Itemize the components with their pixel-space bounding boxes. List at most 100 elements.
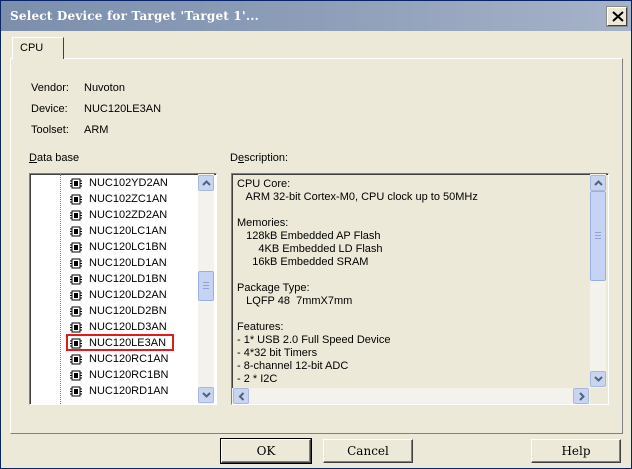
grip-line [203, 282, 209, 283]
description-scroll-left-button[interactable] [233, 388, 249, 404]
toolset-value: ARM [84, 124, 109, 136]
device-list-item-label: NUC120LD1BN [89, 273, 167, 285]
description-vertical-scrollbar[interactable] [590, 174, 606, 388]
device-label: Device: [31, 103, 68, 115]
device-list-item-label: NUC120LC1BN [89, 241, 167, 253]
device-tree[interactable]: NUC102YD2AN NUC102ZC1AN NUC102ZD2AN NUC120L… [29, 173, 217, 405]
device-list-item-label: NUC120LD3AN [89, 321, 167, 333]
device-value: NUC120LE3AN [84, 103, 162, 115]
device-list-item[interactable]: NUC120LC1BN [70, 240, 200, 256]
device-list-item[interactable]: NUC120LC1AN [70, 224, 200, 240]
chip-icon [70, 258, 82, 269]
chip-icon [70, 274, 82, 285]
selected-device-highlight [66, 334, 174, 351]
chevron-right-icon [579, 392, 585, 401]
device-list-item-label: NUC120LD2AN [89, 289, 167, 301]
device-list-item-label: NUC102ZC1AN [89, 193, 168, 205]
grip-line [203, 288, 209, 289]
chip-icon [70, 226, 82, 237]
device-select-dialog: Select Device for Target 'Target 1'... C… [0, 0, 632, 469]
device-list-item[interactable]: NUC120RC1AN [70, 352, 200, 368]
device-list-item[interactable]: NUC120LD1BN [70, 272, 200, 288]
device-tree-scroll-down-button[interactable] [198, 387, 214, 403]
help-button[interactable]: Help [531, 439, 621, 463]
cancel-button[interactable]: Cancel [323, 439, 413, 463]
device-list-item-label: NUC120LC1AN [89, 225, 167, 237]
description-line [237, 308, 587, 321]
device-list-item-label: NUC120LD1AN [89, 257, 167, 269]
description-line: 16kB Embedded SRAM [237, 256, 369, 268]
chip-icon [70, 210, 82, 221]
toolset-label: Toolset: [31, 124, 69, 136]
description-label-rest: scription: [244, 152, 289, 164]
description-line: LQFP 48 7mmX7mm [237, 295, 353, 307]
device-list-item-label: NUC120RC1BN [89, 369, 169, 381]
grip-line [203, 285, 209, 286]
close-icon [612, 11, 624, 22]
chevron-left-icon [238, 392, 245, 401]
device-list-item-label: NUC102ZD2AN [89, 209, 168, 221]
device-tree-scrollbar[interactable] [198, 174, 214, 404]
title-bar[interactable]: Select Device for Target 'Target 1'... [1, 1, 631, 31]
chip-icon [70, 178, 82, 189]
device-list-item-label: NUC120RC1AN [89, 353, 169, 365]
grip-line [595, 235, 601, 236]
window-title: Select Device for Target 'Target 1'... [10, 9, 259, 23]
tab-cpu-label: CPU [20, 42, 44, 54]
description-label-start: D [230, 152, 238, 164]
description-line: CPU Core: [237, 178, 291, 190]
chevron-down-icon [594, 376, 603, 382]
description-scroll-down-button[interactable] [590, 371, 606, 387]
device-list-item-label: NUC102YD2AN [89, 177, 168, 189]
chevron-down-icon [202, 392, 211, 398]
description-line: - 8-channel 12-bit ADC [237, 360, 349, 372]
description-line [237, 204, 587, 217]
chip-icon [70, 354, 82, 365]
chip-icon [70, 306, 82, 317]
grip-line [595, 232, 601, 233]
description-scroll-thumb[interactable] [590, 191, 606, 281]
chip-icon [70, 322, 82, 333]
chip-icon [70, 290, 82, 301]
dialog-body: CPU Vendor: Nuvoton Device: NUC120LE3AN … [1, 31, 631, 468]
description-text: CPU Core: ARM 32-bit Cortex-M0, CPU cloc… [237, 178, 587, 386]
description-horizontal-scrollbar[interactable] [232, 388, 590, 404]
device-list-item[interactable]: NUC120RD1AN [70, 384, 200, 400]
description-line: Memories: [237, 217, 289, 229]
tab-cpu[interactable]: CPU [12, 37, 64, 59]
chip-icon [70, 194, 82, 205]
device-tree-scroll-thumb[interactable] [198, 271, 214, 301]
ok-button[interactable]: OK [220, 438, 312, 464]
description-line: - 4*32 bit Timers [237, 347, 318, 359]
device-list-item[interactable]: NUC102YD2AN [70, 176, 200, 192]
description-scroll-up-button[interactable] [590, 175, 606, 191]
chip-icon [70, 386, 82, 397]
device-list-item[interactable]: NUC120RC1BN [70, 368, 200, 384]
device-list-item[interactable]: NUC102ZC1AN [70, 192, 200, 208]
database-label-accel: D [29, 152, 37, 164]
description-line: - 1* USB 2.0 Full Speed Device [237, 334, 391, 346]
close-button[interactable] [606, 6, 628, 27]
description-scroll-right-button[interactable] [573, 388, 589, 404]
description-line: 4KB Embedded LD Flash [237, 243, 383, 255]
chevron-up-icon [202, 180, 211, 186]
description-label: Description: [230, 152, 288, 164]
tree-connector-line [60, 174, 61, 404]
chevron-up-icon [594, 180, 603, 186]
description-line: Features: [237, 321, 284, 333]
description-line: 128kB Embedded AP Flash [237, 230, 381, 242]
description-box[interactable]: CPU Core: ARM 32-bit Cortex-M0, CPU cloc… [231, 173, 609, 405]
device-tree-scroll-up-button[interactable] [198, 175, 214, 191]
description-line [237, 269, 587, 282]
database-label-rest: ata base [36, 152, 80, 164]
device-list-item[interactable]: NUC120LD1AN [70, 256, 200, 272]
vendor-value: Nuvoton [84, 82, 125, 94]
grip-line [595, 238, 601, 239]
chip-icon [70, 370, 82, 381]
device-list-item-label: NUC120LD2BN [89, 305, 167, 317]
device-list-item[interactable]: NUC120LD2BN [70, 304, 200, 320]
description-line: - 2 * I2C [237, 373, 278, 385]
device-list-item-label: NUC120RD1AN [89, 385, 169, 397]
device-list-item[interactable]: NUC102ZD2AN [70, 208, 200, 224]
device-list-item[interactable]: NUC120LD2AN [70, 288, 200, 304]
